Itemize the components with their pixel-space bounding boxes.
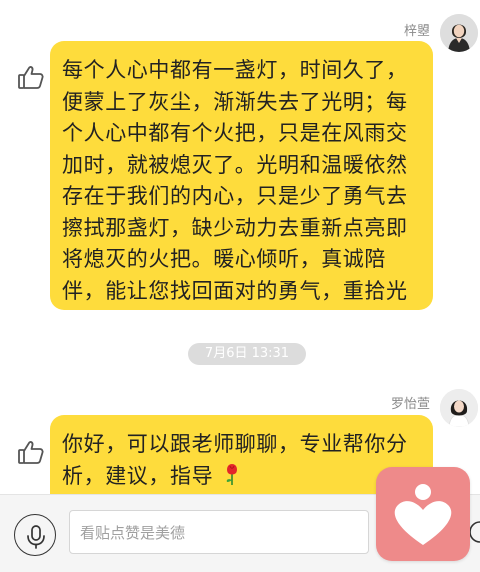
chat-area: 梓曌 每个人心中都有一盏灯，时间久了，便蒙上了灰尘，渐渐失去了光明；每个人心中都… bbox=[0, 0, 480, 519]
heart-person-icon bbox=[394, 484, 452, 545]
rose-emoji-icon bbox=[222, 462, 242, 486]
sender-name: 梓曌 bbox=[404, 24, 431, 39]
sender-name: 罗怡萱 bbox=[391, 397, 431, 412]
avatar[interactable] bbox=[440, 389, 478, 427]
message-bubble: 每个人心中都有一盏灯，时间久了，便蒙上了灰尘，渐渐失去了光明；每个人心中都有个火… bbox=[50, 41, 433, 310]
comment-input[interactable]: 看贴点赞是美德 bbox=[69, 510, 369, 554]
like-icon[interactable] bbox=[16, 437, 46, 467]
avatar[interactable] bbox=[440, 14, 478, 52]
like-icon[interactable] bbox=[16, 62, 46, 92]
microphone-icon[interactable] bbox=[14, 514, 56, 556]
heart-person-button[interactable] bbox=[376, 467, 470, 561]
message-text: 每个人心中都有一盏灯，时间久了，便蒙上了灰尘，渐渐失去了光明；每个人心中都有个火… bbox=[62, 58, 408, 303]
timestamp: 7月6日 13:31 bbox=[188, 343, 306, 365]
